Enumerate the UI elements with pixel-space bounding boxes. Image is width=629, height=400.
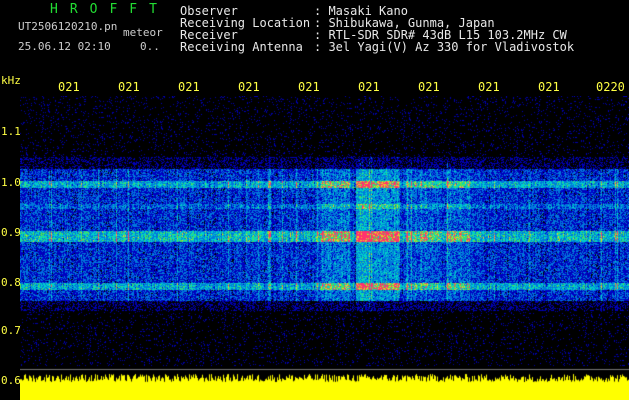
time-tick: 021 (538, 80, 560, 94)
time-tick: 021 (478, 80, 500, 94)
freq-tick: 1.0 (1, 176, 21, 189)
time-tick: 021 (178, 80, 200, 94)
app-title: HROFFT (50, 2, 169, 17)
time-tick: 021 (298, 80, 320, 94)
meteor-label: meteor (123, 26, 163, 39)
freq-tick: 0.8 (1, 276, 21, 289)
time-tick: 0220 (596, 80, 625, 94)
extra-label: 0.. (140, 40, 160, 53)
time-tick: 021 (238, 80, 260, 94)
info-row-antenna: Receiving Antenna: 3el Yagi(V) Az 330 fo… (180, 40, 575, 54)
time-tick: 021 (358, 80, 380, 94)
freq-tick: 0.6 (1, 374, 21, 387)
time-tick: 021 (418, 80, 440, 94)
freq-tick: 0.9 (1, 226, 21, 239)
freq-tick: 0.7 (1, 324, 21, 337)
spectrogram (20, 96, 629, 400)
time-tick: 021 (118, 80, 140, 94)
time-tick: 021 (58, 80, 80, 94)
freq-tick: 1.1 (1, 125, 21, 138)
station-info: Observer: Masaki Kano Receiving Location… (180, 5, 574, 53)
frequency-unit-label: kHz (1, 74, 21, 87)
filename-label: UT2506120210.pn (18, 20, 118, 33)
datetime-label: 25.06.12 02:10 (18, 40, 111, 53)
